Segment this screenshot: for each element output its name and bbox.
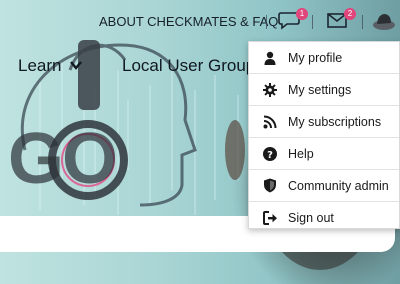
menu-item-help[interactable]: ? Help xyxy=(249,138,399,170)
user-avatar-button[interactable] xyxy=(372,10,396,32)
chevron-down-icon xyxy=(70,61,82,70)
menu-item-label: Sign out xyxy=(288,210,334,225)
user-icon xyxy=(262,50,278,66)
menu-item-community-admin[interactable]: Community admin xyxy=(249,170,399,202)
svg-text:?: ? xyxy=(267,149,273,160)
menu-item-sign-out[interactable]: Sign out xyxy=(249,202,399,233)
user-dropdown-menu: My profile My settings My subscriptions … xyxy=(248,41,400,229)
sign-out-icon xyxy=(262,210,278,226)
menu-item-my-settings[interactable]: My settings xyxy=(249,74,399,106)
messages-badge: 1 xyxy=(296,8,308,20)
gear-icon xyxy=(262,82,278,98)
nav-local-user-group-link[interactable]: Local User Group xyxy=(122,56,255,76)
menu-item-my-profile[interactable]: My profile xyxy=(249,42,399,74)
hero-logo-text: GO xyxy=(8,119,118,199)
menu-item-label: Community admin xyxy=(288,178,389,193)
nav-divider xyxy=(362,15,363,29)
menu-item-label: Help xyxy=(288,146,314,161)
mail-button[interactable]: 2 xyxy=(326,8,356,32)
messages-button[interactable]: 1 xyxy=(278,8,308,32)
about-faq-link[interactable]: ABOUT CHECKMATES & FAQ xyxy=(99,14,278,29)
menu-item-label: My profile xyxy=(288,50,343,65)
avatar-icon xyxy=(373,14,395,30)
mail-badge: 2 xyxy=(344,8,356,20)
shield-icon xyxy=(262,178,278,194)
nav-divider xyxy=(312,15,313,29)
menu-item-label: My subscriptions xyxy=(288,114,382,129)
question-icon: ? xyxy=(262,146,278,162)
nav-divider xyxy=(266,15,267,29)
nav-learn-link[interactable]: Learn xyxy=(18,56,61,76)
menu-item-label: My settings xyxy=(288,82,352,97)
rss-icon xyxy=(262,114,278,130)
menu-item-my-subscriptions[interactable]: My subscriptions xyxy=(249,106,399,138)
